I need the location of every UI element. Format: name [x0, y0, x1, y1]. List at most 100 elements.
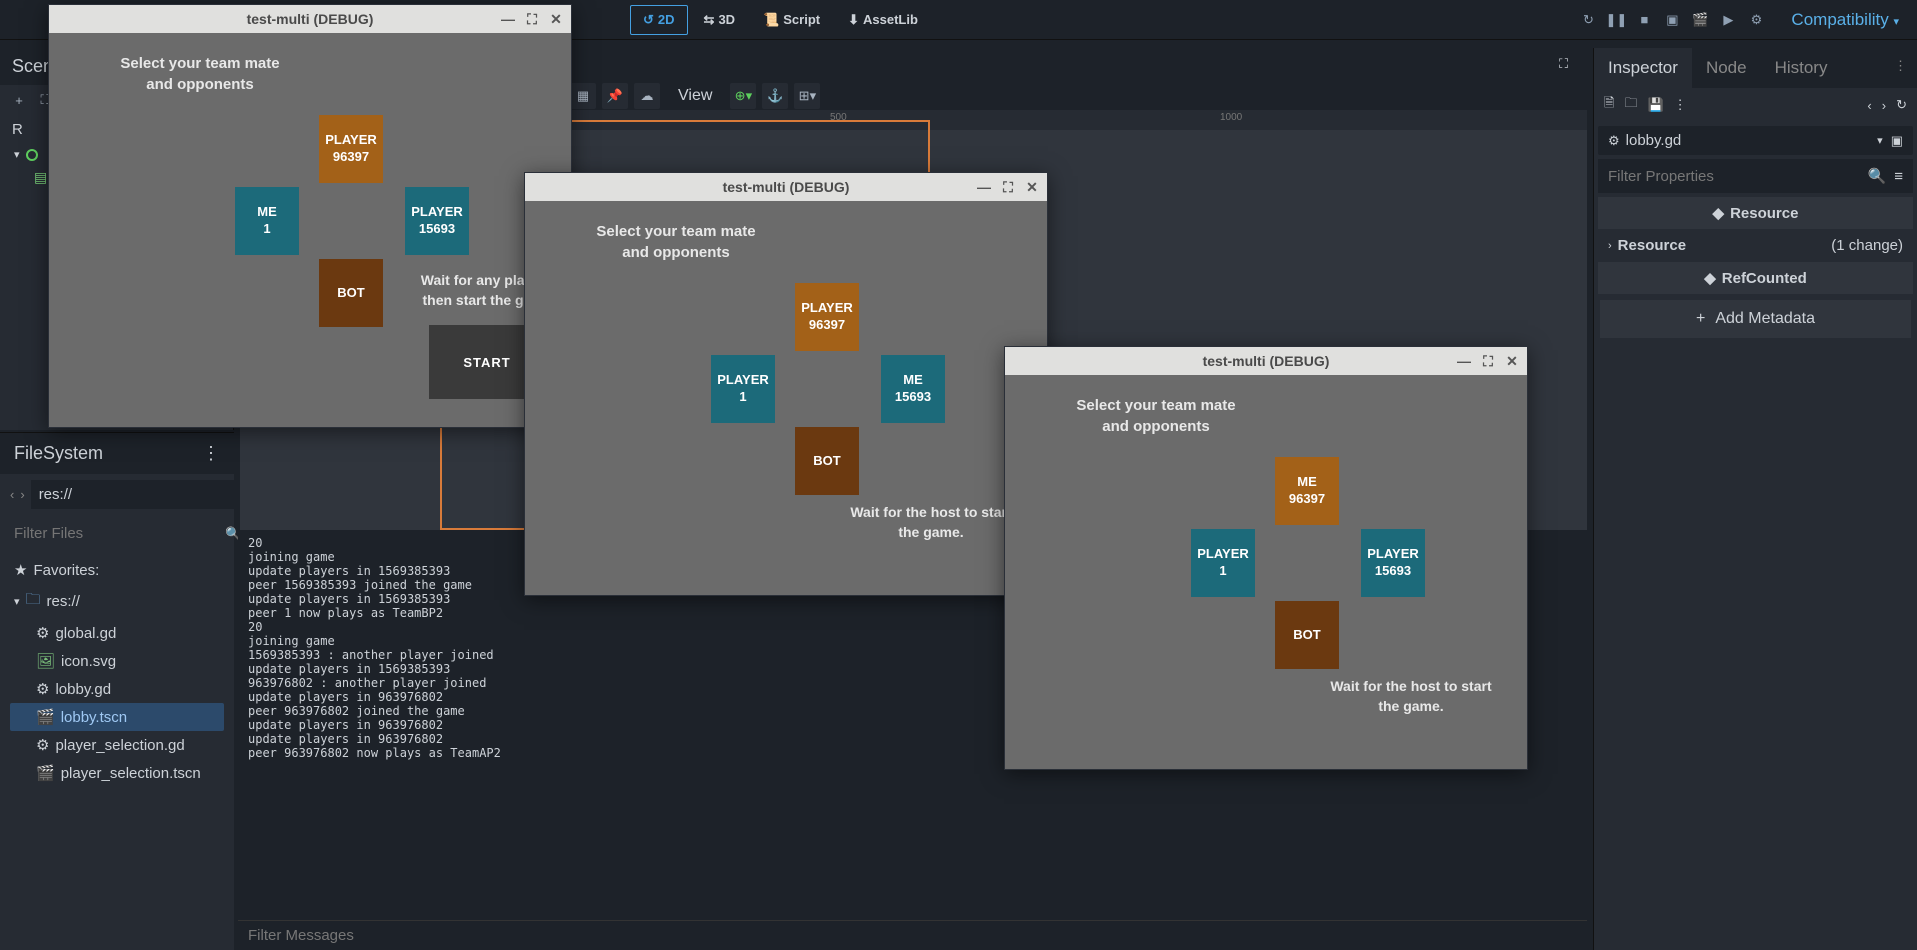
new-resource-icon[interactable]: 🗎 [1604, 94, 1614, 116]
filesystem-title: FileSystem⋮ [0, 433, 234, 474]
movie-icon[interactable]: 🎬 [1691, 11, 1709, 29]
minimize-icon[interactable]: — [973, 176, 995, 198]
mode-2d-tab[interactable]: ↺ 2D [630, 5, 688, 35]
viewport-toolbar: ▦ 📌 ☁ View ⊕▾ ⚓ ⊞▾ [570, 80, 820, 112]
gear-icon: ⚙ [1608, 133, 1620, 149]
open-resource-icon[interactable]: 🗀 [1624, 94, 1637, 116]
file-row[interactable]: 🎬 lobby.tscn [10, 703, 224, 731]
window-titlebar[interactable]: test-multi (DEBUG) — ⛶ ✕ [1005, 347, 1527, 375]
minimize-icon[interactable]: — [497, 8, 519, 30]
game-debug-window-2: test-multi (DEBUG) — ⛶ ✕ Select your tea… [524, 172, 1048, 596]
node2d-icon [26, 149, 38, 161]
stop-icon[interactable]: ■ [1635, 11, 1653, 29]
mode-3d-tab[interactable]: ⇆ 3D [692, 5, 748, 35]
select-tool-icon[interactable]: ▦ [570, 83, 596, 109]
file-row[interactable]: 🖼 icon.svg [10, 647, 224, 675]
play-scene-icon[interactable]: ▶ [1719, 11, 1737, 29]
forward-icon[interactable]: › [20, 487, 24, 502]
gear-icon: ⚙ [36, 680, 49, 698]
lobby-prompt: Select your team mate and opponents [0, 53, 551, 95]
lobby-prompt: Select your team mate and opponents [805, 395, 1507, 437]
history-tab[interactable]: History [1761, 48, 1842, 88]
category-resource: ◆ Resource [1598, 197, 1913, 229]
history-back-icon[interactable]: ‹ [1867, 98, 1871, 113]
node-tab[interactable]: Node [1692, 48, 1761, 88]
ruler-tick: 1000 [1220, 112, 1242, 123]
gear-icon: ⚙ [36, 736, 49, 754]
settings-icon[interactable]: ⚙ [1747, 11, 1765, 29]
snap-tool-icon[interactable]: 📌 [602, 83, 628, 109]
expand-viewport-icon[interactable]: ⛶ [1559, 56, 1577, 74]
file-row[interactable]: 🎬 player_selection.tscn [10, 759, 224, 787]
maximize-icon[interactable]: ⛶ [1477, 350, 1499, 372]
file-row[interactable]: ⚙ player_selection.gd [10, 731, 224, 759]
player-card-right[interactable]: PLAYER15693 [1361, 529, 1425, 597]
lobby-prompt: Select your team mate and opponents [325, 221, 1027, 263]
view-menu[interactable]: View [666, 83, 724, 109]
folder-icon: 🗀 [26, 589, 41, 614]
inspector-dock: Inspector Node History ⋮ 🗎 🗀 💾 ⋮ ‹ › ↻ ⚙… [1593, 48, 1917, 950]
filter-options-icon[interactable]: ≡ [1894, 168, 1903, 185]
player-card-top[interactable]: ME96397 [1275, 457, 1339, 525]
property-resource[interactable]: › Resource (1 change) [1598, 231, 1913, 260]
game-debug-window-3: test-multi (DEBUG) — ⛶ ✕ Select your tea… [1004, 346, 1528, 770]
file-row[interactable]: ⚙ global.gd [10, 619, 224, 647]
filter-properties-input[interactable]: Filter Properties [1608, 168, 1868, 185]
renderer-select[interactable]: Compatibility ▾ [1783, 6, 1907, 34]
back-icon[interactable]: ‹ [10, 487, 14, 502]
wait-message: Wait for the host to start the game. [845, 503, 1017, 542]
run-remote-icon[interactable]: ▣ [1663, 11, 1681, 29]
inspected-script-name[interactable]: lobby.gd [1626, 132, 1878, 149]
open-script-icon[interactable]: ▣ [1891, 133, 1903, 149]
dock-menu-icon[interactable]: ⋮ [202, 443, 220, 464]
window-titlebar[interactable]: test-multi (DEBUG) — ⛶ ✕ [525, 173, 1047, 201]
inspector-tab[interactable]: Inspector [1594, 48, 1692, 88]
category-refcounted: ◆ RefCounted [1598, 262, 1913, 294]
history-fwd-icon[interactable]: › [1882, 98, 1886, 113]
res-root-row[interactable]: ▾🗀 res:// [10, 584, 224, 619]
extra-menu-icon[interactable]: ⋮ [1674, 97, 1687, 113]
pause-icon[interactable]: ❚❚ [1607, 11, 1625, 29]
add-metadata-button[interactable]: +Add Metadata [1600, 300, 1911, 338]
plus-icon: + [1696, 310, 1705, 328]
filesystem-dock: FileSystem⋮ ‹ › 🔍 ≡ ★ Favorites: ▾🗀 res:… [0, 432, 234, 950]
anchor-tool-icon[interactable]: ⚓ [762, 83, 788, 109]
player-card-bot[interactable]: BOT [795, 427, 859, 495]
close-icon[interactable]: ✕ [1021, 176, 1043, 198]
scene-icon: 🎬 [36, 764, 55, 782]
gear-icon: ⚙ [36, 624, 49, 642]
player-card-bot[interactable]: BOT [319, 259, 383, 327]
close-icon[interactable]: ✕ [1501, 350, 1523, 372]
img-icon: 🖼 [36, 652, 55, 670]
output-filter[interactable]: Filter Messages [238, 920, 1587, 950]
scene-icon: 🎬 [36, 708, 55, 726]
player-card-top[interactable]: PLAYER96397 [319, 115, 383, 183]
file-row[interactable]: ⚙ lobby.gd [10, 675, 224, 703]
path-input[interactable] [31, 480, 246, 509]
minimize-icon[interactable]: — [1453, 350, 1475, 372]
favorites-row[interactable]: ★ Favorites: [10, 556, 224, 584]
filesystem-filter-input[interactable] [10, 521, 217, 546]
game-debug-window-1: test-multi (DEBUG) — ⛶ ✕ Select your tea… [48, 4, 572, 428]
history-refresh-icon[interactable]: ↻ [1896, 97, 1907, 113]
close-icon[interactable]: ✕ [545, 8, 567, 30]
mode-assetlib-tab[interactable]: ⬇ AssetLib [836, 5, 930, 35]
player-card-top[interactable]: PLAYER96397 [795, 283, 859, 351]
dock-menu-icon[interactable]: ⋮ [1884, 48, 1917, 88]
chevron-down-icon[interactable]: ▾ [1877, 134, 1883, 147]
grid-tool-icon[interactable]: ⊞▾ [794, 83, 820, 109]
player-card-bot[interactable]: BOT [1275, 601, 1339, 669]
refresh-icon[interactable]: ↻ [1579, 11, 1597, 29]
plus-tool-icon[interactable]: ⊕▾ [730, 83, 756, 109]
player-card-left[interactable]: ME1 [235, 187, 299, 255]
save-resource-icon[interactable]: 💾 [1647, 97, 1663, 113]
maximize-icon[interactable]: ⛶ [521, 8, 543, 30]
mode-script-tab[interactable]: 📜 Script [751, 5, 832, 35]
maximize-icon[interactable]: ⛶ [997, 176, 1019, 198]
player-card-left[interactable]: PLAYER1 [711, 355, 775, 423]
lock-tool-icon[interactable]: ☁ [634, 83, 660, 109]
player-card-left[interactable]: PLAYER1 [1191, 529, 1255, 597]
window-titlebar[interactable]: test-multi (DEBUG) — ⛶ ✕ [49, 5, 571, 33]
search-icon[interactable]: 🔍 [1868, 167, 1887, 185]
wait-message: Wait for the host to start the game. [1325, 677, 1497, 716]
